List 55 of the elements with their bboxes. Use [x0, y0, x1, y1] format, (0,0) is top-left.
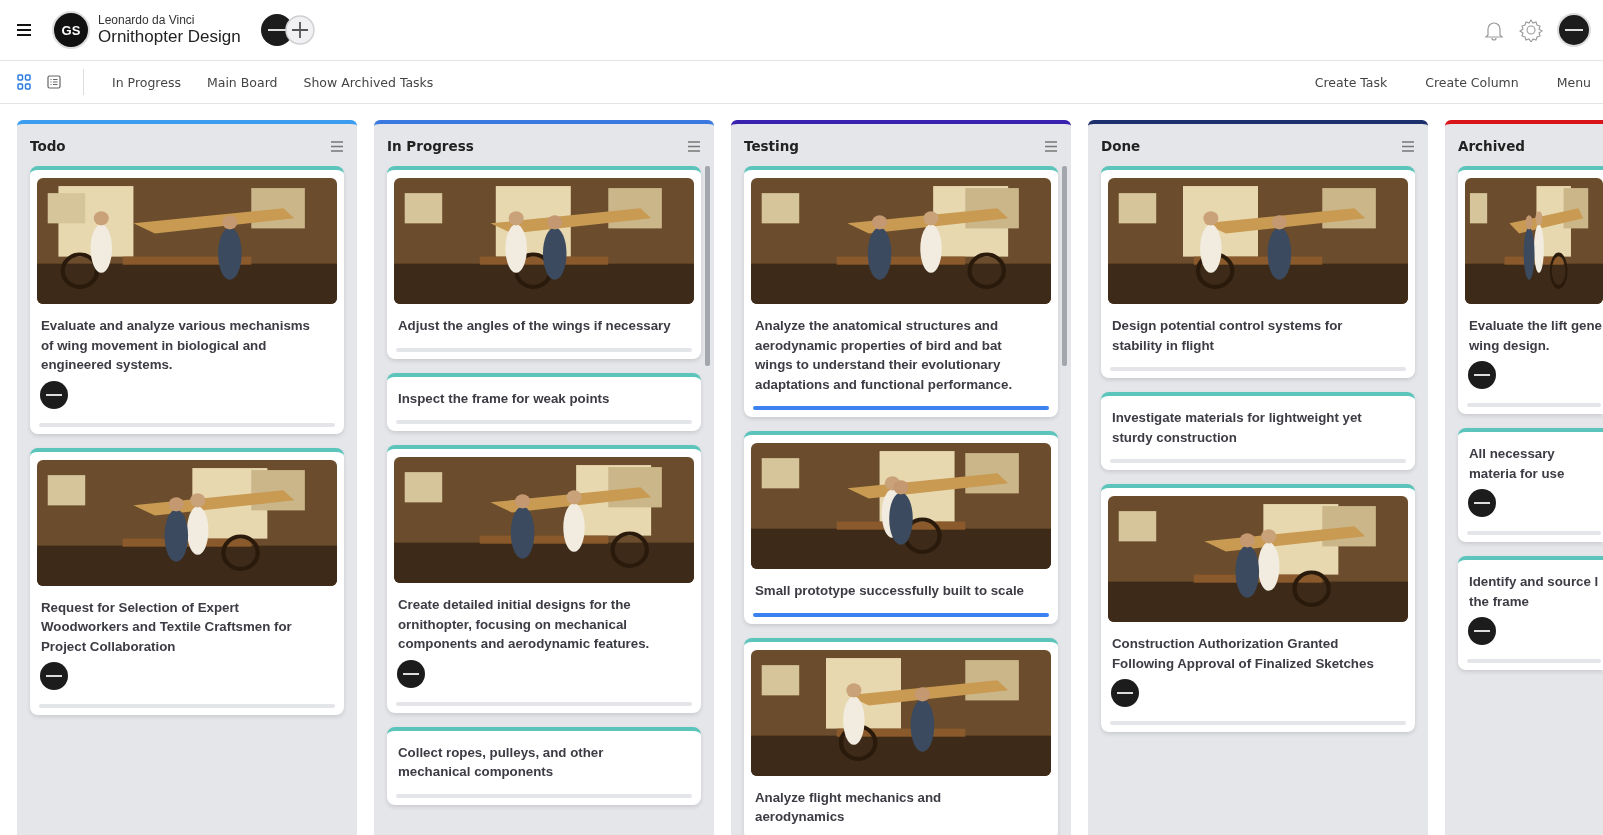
add-member-icon[interactable]: [284, 15, 315, 45]
task-card[interactable]: Adjust the angles of the wings if necessary: [387, 166, 701, 359]
task-card[interactable]: Construction Authorization Granted Following Approval of Finalized Sketches: [1101, 484, 1415, 732]
task-card[interactable]: Investigate materials for lightweight yet sturdy construction: [1101, 392, 1415, 470]
task-card[interactable]: Collect ropes, pulleys, and other mechanical components: [387, 726, 701, 805]
task-card[interactable]: Evaluate and analyze various mechanisms of wing movement in biological and engineered systems.: [30, 166, 344, 434]
column-menu-icon[interactable]: [331, 140, 343, 152]
task-title: Evaluate and analyze various mechanisms of wing movement in biological and engineered systems.: [41, 317, 311, 374]
task-card[interactable]: Evaluate the lift gene wing design.: [1458, 166, 1603, 414]
board-view-icon[interactable]: [17, 74, 31, 90]
column-menu-icon[interactable]: [1045, 140, 1057, 152]
toolbar-action[interactable]: Menu: [1556, 74, 1591, 90]
task-title: Create detailed initial designs for the ornithopter, focusing on mechanical components and aerodynamic features.: [398, 596, 651, 653]
column-menu-icon[interactable]: [688, 140, 700, 152]
task-card[interactable]: Small prototype successfully built to scale: [744, 431, 1058, 624]
toolbar-link[interactable]: Main Board: [206, 74, 278, 90]
task-title: Analyze the anatomical structures and aerodynamic properties of bird and bat wings to understand their evolutionary adaptations and functional performance.: [755, 317, 1014, 394]
task-title: Inspect the frame for weak points: [398, 389, 611, 408]
task-card[interactable]: Analyze the anatomical structures and aerodynamic properties of bird and bat wings to understand their evolutionary adaptations and functional performance.: [744, 166, 1058, 417]
bell-icon[interactable]: [1483, 19, 1505, 41]
column-title: Done: [1101, 138, 1141, 154]
settings-icon[interactable]: [1519, 18, 1543, 42]
logo: GS: [52, 11, 90, 49]
column-menu-icon[interactable]: [1402, 140, 1414, 152]
task-card[interactable]: Inspect the frame for weak points: [387, 372, 701, 431]
column-title: Archived: [1458, 138, 1525, 154]
menu-icon[interactable]: [16, 23, 32, 37]
project-owner: Leonardo da Vinci: [98, 14, 196, 27]
user-avatar[interactable]: [1557, 13, 1591, 47]
task-title: Design potential control systems for stability in flight: [1112, 317, 1344, 355]
task-title: All necessary materia for use: [1469, 445, 1566, 483]
column-title: Testing: [744, 138, 799, 154]
column-title: Todo: [30, 138, 66, 154]
task-title: Investigate materials for lightweight yet sturdy construction: [1112, 409, 1363, 447]
task-card[interactable]: All necessary materia for use: [1458, 428, 1603, 542]
task-card[interactable]: Identify and source l the frame: [1458, 556, 1603, 670]
task-title: Adjust the angles of the wings if necessary: [398, 317, 672, 335]
toolbar-action[interactable]: Create Task: [1314, 74, 1388, 90]
column-title: In Progress: [387, 138, 474, 154]
list-view-icon[interactable]: [47, 75, 61, 89]
toolbar-link[interactable]: In Progress: [112, 74, 181, 90]
toolbar-link[interactable]: Show Archived Tasks: [303, 74, 434, 90]
task-card[interactable]: Analyze flight mechanics and aerodynamics: [744, 637, 1058, 835]
task-card[interactable]: Design potential control systems for stability in flight: [1101, 166, 1415, 378]
task-title: Request for Selection of Expert Woodworkers and Textile Craftsmen for Project Collaboration: [41, 598, 293, 656]
task-card[interactable]: Create detailed initial designs for the ornithopter, focusing on mechanical components and aerodynamic features.: [387, 445, 701, 713]
task-title: Analyze flight mechanics and aerodynamics: [755, 788, 943, 826]
task-title: Construction Authorization Granted Following Approval of Finalized Sketches: [1112, 635, 1375, 673]
task-card[interactable]: Request for Selection of Expert Woodworkers and Textile Craftsmen for Project Collaboration: [30, 447, 344, 715]
toolbar-action[interactable]: Create Column: [1425, 74, 1519, 90]
project-title: Ornithopter Design: [98, 27, 241, 46]
task-title: Identify and source l the frame: [1469, 573, 1600, 611]
task-title: Collect ropes, pulleys, and other mechanical components: [398, 743, 605, 781]
task-title: Small prototype successfully built to scale: [755, 582, 1025, 600]
task-title: Evaluate the lift gene wing design.: [1469, 317, 1603, 355]
